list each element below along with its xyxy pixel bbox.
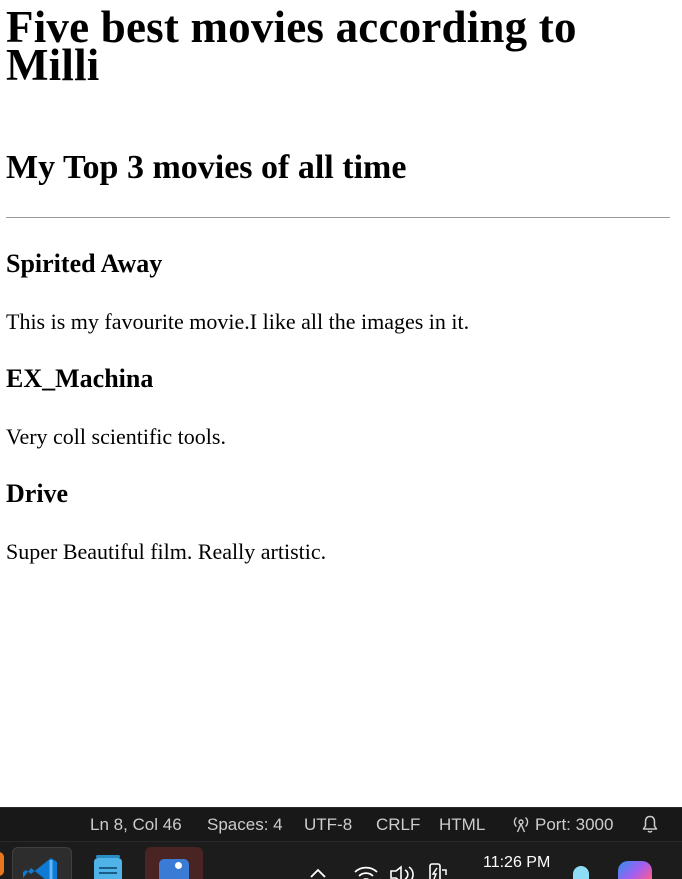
indentation-setting[interactable]: Spaces: 4	[207, 815, 283, 835]
page-title: Five best movies according to Milli	[6, 2, 577, 90]
wifi-icon[interactable]	[352, 862, 380, 879]
movie-title: EX_Machina	[6, 364, 154, 393]
notification-pill[interactable]	[573, 866, 589, 879]
encoding-setting[interactable]: UTF-8	[304, 815, 352, 835]
movie-description: Very coll scientific tools.	[6, 424, 226, 449]
movie-description: This is my favourite movie.I like all th…	[6, 309, 470, 334]
chevron-up-icon[interactable]	[308, 866, 328, 879]
movie-description: Super Beautiful film. Really artistic.	[6, 539, 327, 564]
page-subtitle: My Top 3 movies of all time	[6, 149, 407, 186]
vscode-icon[interactable]	[12, 847, 72, 879]
editor-status-bar: Ln 8, Col 46 Spaces: 4 UTF-8 CRLF HTML P…	[0, 807, 682, 841]
line-ending-setting[interactable]: CRLF	[376, 815, 420, 835]
copilot-icon[interactable]	[618, 861, 652, 879]
notepad-icon[interactable]	[94, 855, 122, 879]
volume-icon[interactable]	[388, 862, 416, 879]
movie-title: Drive	[6, 479, 69, 508]
language-mode[interactable]: HTML	[439, 815, 485, 835]
battery-icon[interactable]	[424, 860, 450, 879]
cursor-position[interactable]: Ln 8, Col 46	[90, 815, 182, 835]
taskbar-clock[interactable]: 11:26 PM	[483, 854, 550, 872]
app-icon-edge[interactable]	[0, 852, 4, 876]
windows-taskbar: 11:26 PM	[0, 841, 682, 879]
bell-icon[interactable]	[640, 814, 660, 839]
movie-title: Spirited Away	[6, 249, 163, 278]
broadcast-icon[interactable]	[511, 814, 531, 839]
port-status[interactable]: Port: 3000	[535, 815, 613, 835]
photos-icon[interactable]	[145, 847, 203, 879]
divider	[6, 217, 670, 218]
